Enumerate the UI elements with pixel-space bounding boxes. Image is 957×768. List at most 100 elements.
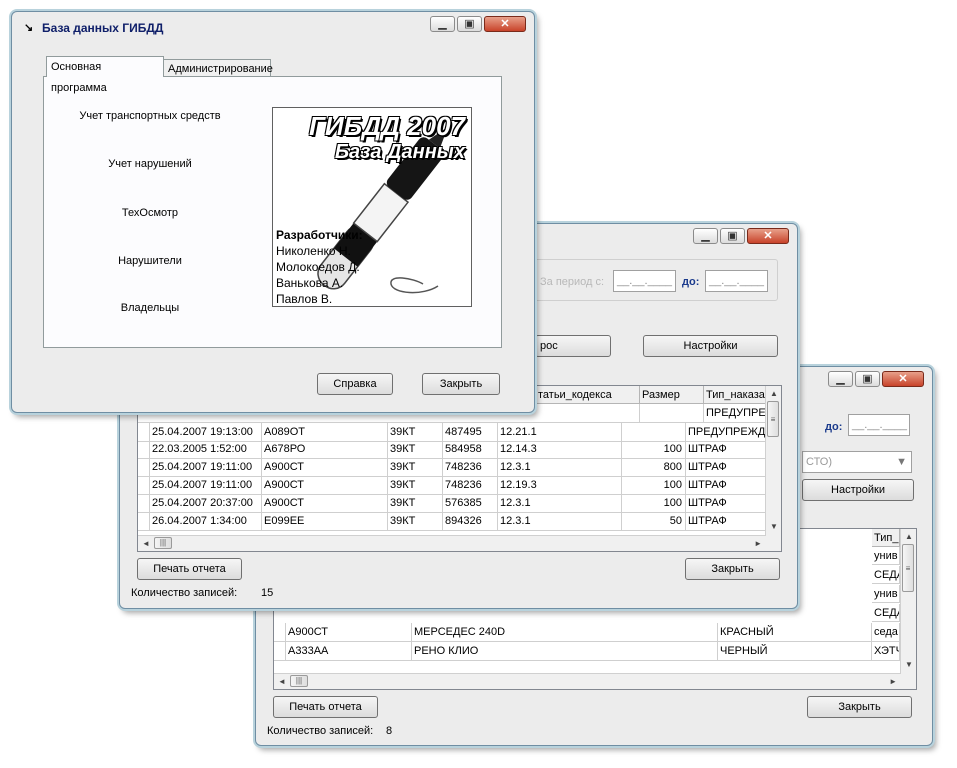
table-row[interactable]: А333АА РЕНО КЛИО ЧЕРНЫЙ ХЭТЧ xyxy=(274,642,916,661)
close-window-button[interactable]: ✕ xyxy=(747,228,789,244)
print-report-button[interactable]: Печать отчета xyxy=(137,558,242,580)
row-selector[interactable] xyxy=(138,458,150,476)
scroll-down-icon[interactable]: ▼ xyxy=(770,522,778,531)
query-button[interactable]: рос xyxy=(535,335,611,357)
datetime-cell: 22.03.2005 1:52:00 xyxy=(150,440,262,458)
logo-panel: ГИБДД 2007 База Данных Разработчики: Ник… xyxy=(272,107,472,307)
maximize-button[interactable]: ▣ xyxy=(457,16,482,32)
license-cell: 576385 xyxy=(443,494,498,512)
penalty-type-cell: ШТРАФ xyxy=(686,458,766,476)
menu-violations-registry[interactable]: Учет нарушений xyxy=(50,158,250,170)
window-title: База данных ГИБДД xyxy=(42,21,164,35)
maximize-button[interactable]: ▣ xyxy=(720,228,745,244)
license-cell: 584958 xyxy=(443,440,498,458)
scroll-thumb[interactable]: ≡ xyxy=(767,401,779,437)
horizontal-scrollbar[interactable]: ◄ ||| ► xyxy=(274,673,901,689)
minimize-button[interactable]: ▁ xyxy=(430,16,455,32)
plate-cell: А900СТ xyxy=(262,458,388,476)
menu-violators[interactable]: Нарушители xyxy=(50,255,250,267)
row-selector[interactable] xyxy=(138,440,150,458)
scroll-down-icon[interactable]: ▼ xyxy=(905,660,913,669)
article-cell: 12.3.1 xyxy=(498,512,622,530)
row-selector[interactable] xyxy=(138,423,150,441)
record-count-label: Количество записей: xyxy=(131,587,238,599)
maximize-icon: ▣ xyxy=(464,18,475,30)
close-button[interactable]: Закрыть xyxy=(685,558,780,580)
menu-tech-inspection[interactable]: ТехОсмотр xyxy=(50,207,250,219)
close-icon: ✕ xyxy=(898,373,908,385)
minimize-button[interactable]: ▁ xyxy=(828,371,853,387)
tab-administration[interactable]: Администрирование xyxy=(163,59,273,77)
settings-button[interactable]: Настройки xyxy=(802,479,914,501)
table-row[interactable]: А900СТ МЕРСЕДЕС 240D КРАСНЫЙ седа xyxy=(274,623,916,642)
table-row[interactable]: 26.04.2007 1:34:00 Е099ЕЕ 39КТ 894326 12… xyxy=(138,512,781,531)
period-label: За период с: xyxy=(540,276,605,288)
date-to-input[interactable]: __.__.____ xyxy=(848,414,910,436)
table-row[interactable]: 22.03.2005 1:52:00 А678РО 39КТ 584958 12… xyxy=(138,440,781,459)
vertical-scrollbar[interactable]: ▲ ≡ ▼ xyxy=(765,386,781,551)
article-cell: 12.3.1 xyxy=(498,494,622,512)
help-button[interactable]: Справка xyxy=(317,373,393,395)
chevron-down-icon[interactable]: ▼ xyxy=(896,452,907,472)
developer-name: Павлов В. xyxy=(276,292,333,306)
type-cell: унив xyxy=(872,547,900,565)
row-selector[interactable] xyxy=(138,512,150,530)
article-cell: 12.14.3 xyxy=(498,440,622,458)
penalty-type-cell: ПРЕДУПРЕЖДЕ xyxy=(704,404,766,422)
row-selector[interactable] xyxy=(274,642,286,660)
maximize-icon: ▣ xyxy=(727,230,738,242)
row-selector[interactable] xyxy=(274,623,286,641)
type-cell: ХЭТЧ xyxy=(872,642,900,660)
table-row[interactable]: 25.04.2007 19:13:00 А089ОТ 39КТ 487495 1… xyxy=(138,422,781,442)
settings-button[interactable]: Настройки xyxy=(643,335,778,357)
scroll-up-icon[interactable]: ▲ xyxy=(770,389,778,398)
scroll-right-icon[interactable]: ► xyxy=(754,539,762,548)
minimize-icon: ▁ xyxy=(701,230,710,242)
header-cell-article[interactable]: татьи_кодекса xyxy=(536,386,640,404)
table-row[interactable]: 25.04.2007 20:37:00 А900СТ 39КТ 576385 1… xyxy=(138,494,781,513)
scroll-thumb[interactable]: ≡ xyxy=(902,544,914,592)
type-cell: унив xyxy=(872,585,900,603)
close-window-button[interactable]: ✕ xyxy=(484,16,526,32)
date-to-input[interactable]: __.__.____ xyxy=(705,270,768,292)
region-cell: 39КТ xyxy=(388,423,443,441)
close-button[interactable]: Закрыть xyxy=(422,373,500,395)
minimize-button[interactable]: ▁ xyxy=(693,228,718,244)
header-cell-amount[interactable]: Размер xyxy=(640,386,704,404)
print-report-button[interactable]: Печать отчета xyxy=(273,696,378,718)
header-cell-type[interactable]: Тип_ xyxy=(872,529,900,547)
scroll-thumb[interactable]: ||| xyxy=(154,537,172,549)
tab-main-program[interactable]: Основная программа xyxy=(46,56,164,94)
scroll-left-icon[interactable]: ◄ xyxy=(278,677,286,686)
minimize-icon: ▁ xyxy=(438,18,447,30)
amount-cell xyxy=(640,404,704,422)
scroll-thumb[interactable]: ||| xyxy=(290,675,308,687)
developer-name: Ванькова А. xyxy=(276,276,344,290)
restore-icon[interactable]: ↘ xyxy=(24,21,33,34)
region-cell: 39КТ xyxy=(388,476,443,494)
datetime-cell: 25.04.2007 19:11:00 xyxy=(150,476,262,494)
plate-cell: А089ОТ xyxy=(262,423,388,441)
close-button[interactable]: Закрыть xyxy=(807,696,912,718)
region-cell: 39КТ xyxy=(388,440,443,458)
table-row[interactable]: 25.04.2007 19:11:00 А900СТ 39КТ 748236 1… xyxy=(138,458,781,477)
vertical-scrollbar[interactable]: ▲ ≡ ▼ xyxy=(900,529,916,689)
scroll-up-icon[interactable]: ▲ xyxy=(905,532,913,541)
date-from-input[interactable]: __.__.____ xyxy=(613,270,676,292)
menu-owners[interactable]: Владельцы xyxy=(50,302,250,314)
close-icon: ✕ xyxy=(500,18,510,30)
menu-vehicle-registry[interactable]: Учет транспортных средств xyxy=(50,110,250,122)
main-window: ↘ База данных ГИБДД ▁ ▣ ✕ Основная прогр… xyxy=(11,11,535,413)
row-selector[interactable] xyxy=(138,476,150,494)
scroll-right-icon[interactable]: ► xyxy=(889,677,897,686)
scroll-left-icon[interactable]: ◄ xyxy=(142,539,150,548)
to-label: до: xyxy=(825,421,843,433)
penalty-type-cell: ПРЕДУПРЕЖДЕ xyxy=(686,423,766,441)
maximize-button[interactable]: ▣ xyxy=(855,371,880,387)
close-window-button[interactable]: ✕ xyxy=(882,371,924,387)
row-selector[interactable] xyxy=(138,494,150,512)
header-cell-penalty-type[interactable]: Тип_наказания xyxy=(704,386,766,404)
horizontal-scrollbar[interactable]: ◄ ||| ► xyxy=(138,535,766,551)
service-combobox[interactable]: СТО) ▼ xyxy=(802,451,912,473)
table-row[interactable]: 25.04.2007 19:11:00 А900СТ 39КТ 748236 1… xyxy=(138,476,781,495)
